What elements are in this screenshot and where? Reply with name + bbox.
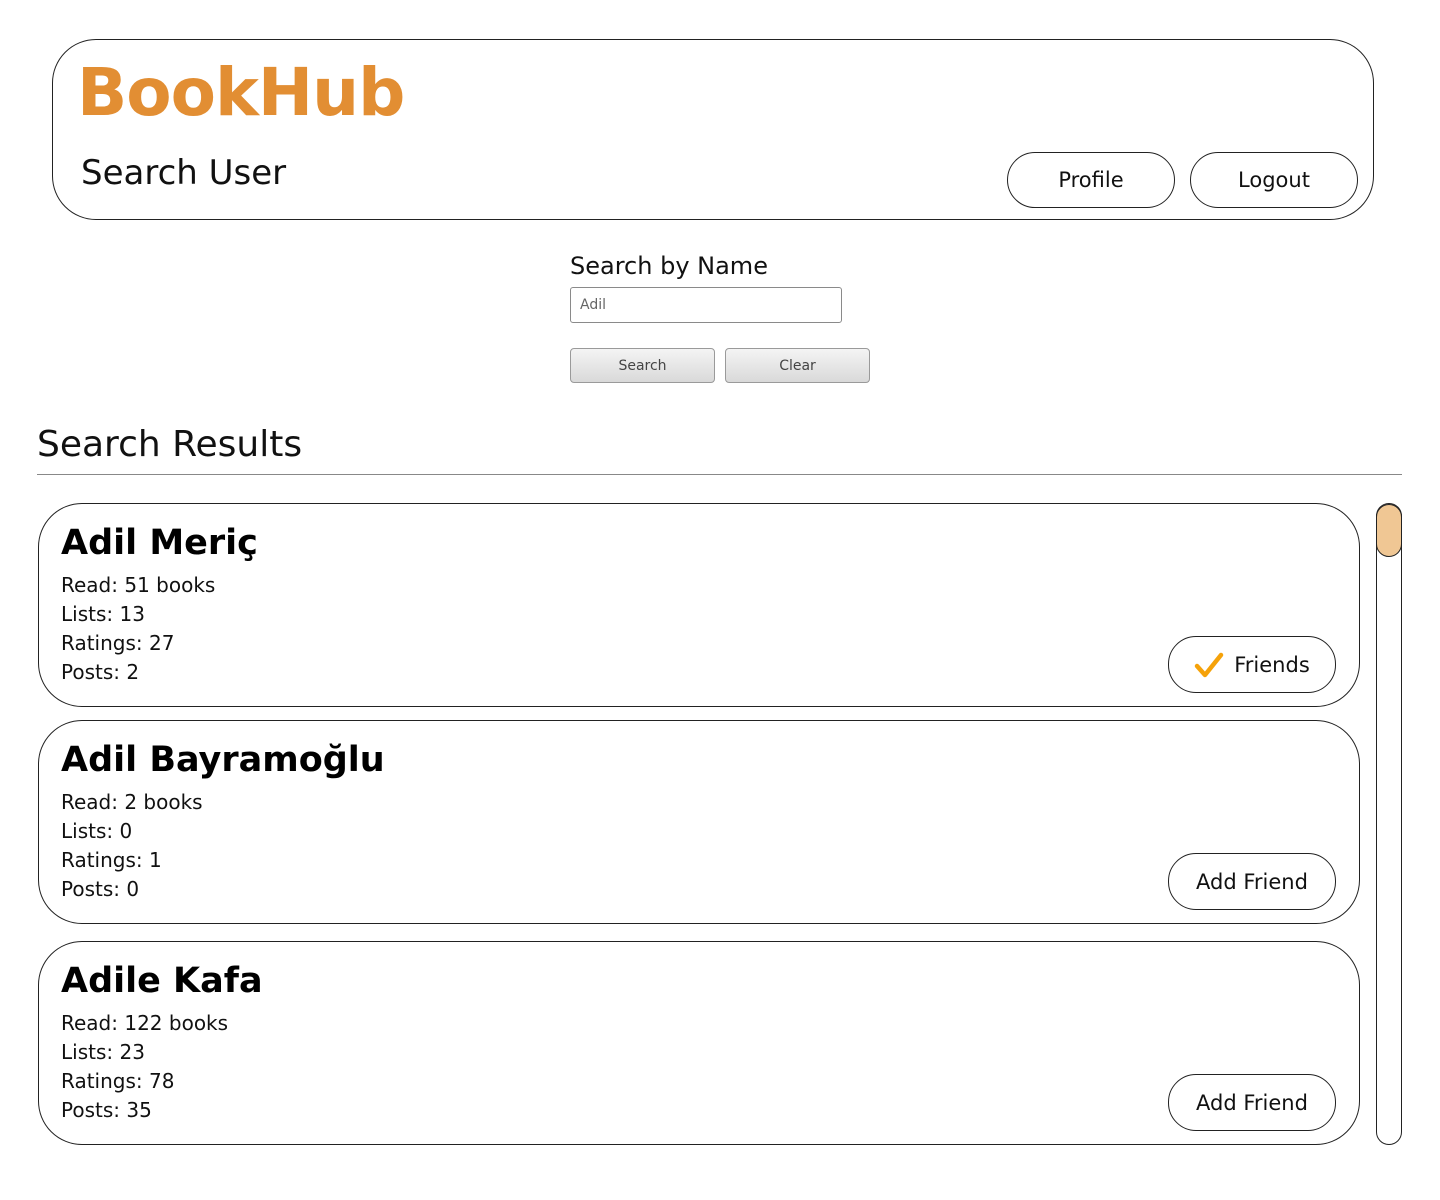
divider	[37, 474, 1402, 475]
lists-count: Lists: 0	[61, 819, 133, 843]
scrollbar-track[interactable]	[1376, 503, 1402, 1145]
user-name: Adil Meriç	[61, 523, 258, 563]
add-friend-button[interactable]: Add Friend	[1168, 853, 1336, 910]
search-label: Search by Name	[570, 252, 768, 280]
search-input[interactable]	[570, 287, 842, 323]
ratings-count: Ratings: 1	[61, 848, 162, 872]
user-card: Adil Meriç Read: 51 books Lists: 13 Rati…	[38, 503, 1360, 707]
posts-count: Posts: 0	[61, 877, 140, 901]
ratings-count: Ratings: 78	[61, 1069, 175, 1093]
check-icon	[1194, 652, 1224, 677]
page-title: Search User	[81, 153, 287, 193]
friends-label: Friends	[1234, 652, 1310, 677]
brand-logo: BookHub	[77, 54, 405, 131]
results-title: Search Results	[37, 424, 303, 465]
scrollbar-thumb[interactable]	[1376, 504, 1402, 557]
user-card: Adile Kafa Read: 122 books Lists: 23 Rat…	[38, 941, 1360, 1145]
lists-count: Lists: 13	[61, 602, 145, 626]
user-name: Adil Bayramoğlu	[61, 740, 385, 780]
posts-count: Posts: 2	[61, 660, 140, 684]
user-stats: Read: 2 books Lists: 0 Ratings: 1 Posts:…	[61, 788, 203, 904]
logout-button[interactable]: Logout	[1190, 152, 1358, 208]
read-count: Read: 51 books	[61, 573, 216, 597]
user-name: Adile Kafa	[61, 961, 263, 1001]
user-stats: Read: 51 books Lists: 13 Ratings: 27 Pos…	[61, 571, 215, 687]
lists-count: Lists: 23	[61, 1040, 145, 1064]
read-count: Read: 2 books	[61, 790, 203, 814]
user-stats: Read: 122 books Lists: 23 Ratings: 78 Po…	[61, 1009, 228, 1125]
posts-count: Posts: 35	[61, 1098, 152, 1122]
profile-button[interactable]: Profile	[1007, 152, 1175, 208]
header-card: BookHub Search User Profile Logout	[52, 39, 1374, 220]
search-button[interactable]: Search	[570, 348, 715, 383]
user-card: Adil Bayramoğlu Read: 2 books Lists: 0 R…	[38, 720, 1360, 924]
read-count: Read: 122 books	[61, 1011, 229, 1035]
clear-button[interactable]: Clear	[725, 348, 870, 383]
search-user-page: BookHub Search User Profile Logout Searc…	[0, 0, 1440, 1200]
ratings-count: Ratings: 27	[61, 631, 175, 655]
add-friend-button[interactable]: Add Friend	[1168, 1074, 1336, 1131]
friends-button[interactable]: Friends	[1168, 636, 1336, 693]
